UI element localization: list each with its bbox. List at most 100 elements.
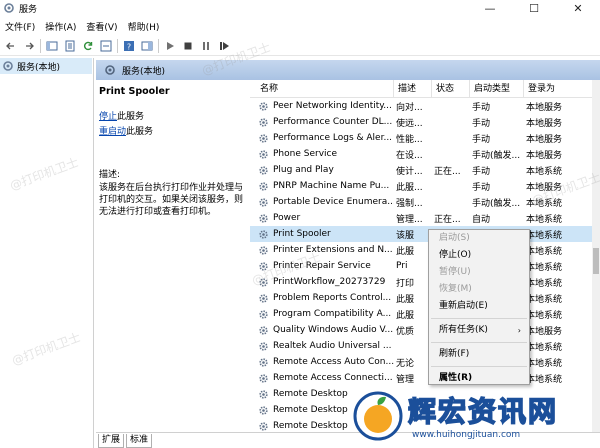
table-row[interactable]: Peer Networking Identity... 向对... 手动 本地服务 <box>250 98 592 114</box>
context-menu-item[interactable]: 停止(O) <box>429 247 529 264</box>
restart-service-link[interactable]: 重启动 <box>99 127 126 137</box>
service-status: 正在... <box>434 166 461 177</box>
selected-service-name: Print Spooler <box>99 86 170 97</box>
gear-icon <box>259 197 268 207</box>
service-name: Remote Desktop <box>273 405 348 415</box>
site-logo: 辉宏资讯网 www.huihongjituan.com <box>352 382 600 448</box>
table-row-selected[interactable]: Print Spooler 该服 本地系统 <box>250 226 592 242</box>
service-name: Quality Windows Audio V... <box>273 325 394 335</box>
service-log-on-as: 本地系统 <box>526 342 563 353</box>
table-row[interactable]: PrintWorkflow_20273729 打印 本地系统 <box>250 274 592 290</box>
menu-help[interactable]: 帮助(H) <box>123 20 165 33</box>
tab-extended[interactable]: 扩展 <box>98 434 125 448</box>
service-name: Phone Service <box>273 149 338 159</box>
service-name: Printer Repair Service <box>273 261 371 271</box>
service-name-cell: Realtek Audio Universal ... <box>250 341 394 352</box>
console-tree-icon[interactable] <box>45 39 59 53</box>
gear-icon <box>259 261 268 271</box>
table-row[interactable]: PNRP Machine Name Pu... 此服... 手动 本地服务 <box>250 178 592 194</box>
table-row[interactable]: Printer Extensions and N... 此服 本地系统 <box>250 242 592 258</box>
restart-service-icon[interactable] <box>217 39 231 53</box>
service-name-cell: Performance Counter DL... <box>250 117 394 128</box>
start-service-icon[interactable] <box>163 39 177 53</box>
table-row[interactable]: Performance Logs & Aler... 性能... 手动 本地服务 <box>250 130 592 146</box>
table-row[interactable]: Portable Device Enumera... 强制... 手动(触发... 本… <box>250 194 592 210</box>
services-app-icon <box>4 3 14 13</box>
table-row[interactable]: Realtek Audio Universal ... 本地系统 <box>250 338 592 354</box>
context-menu-item[interactable]: 刷新(F) <box>429 346 529 363</box>
service-description: 无论 <box>396 358 415 369</box>
menu-view[interactable]: 查看(V) <box>81 20 122 33</box>
service-description: 性能... <box>396 134 423 145</box>
context-menu-item[interactable]: 所有任务(K) › <box>429 322 529 339</box>
restart-service-row: 重启动此服务 <box>99 124 247 137</box>
stop-service-icon[interactable] <box>181 39 195 53</box>
service-description: 强制... <box>396 198 423 209</box>
context-menu-item[interactable]: 重新启动(E) <box>429 298 529 315</box>
table-row[interactable]: Problem Reports Control... 此服 本地系统 <box>250 290 592 306</box>
column-header-status[interactable]: 状态 <box>432 80 470 98</box>
help-icon[interactable]: ? <box>122 39 136 53</box>
gear-icon <box>259 133 268 143</box>
column-header-startup-type[interactable]: 启动类型 <box>470 80 524 98</box>
properties-sheet-icon[interactable] <box>63 39 77 53</box>
close-button[interactable]: ✕ <box>556 0 600 16</box>
service-name-cell: Problem Reports Control... <box>250 293 394 304</box>
service-name: Portable Device Enumera... <box>273 197 394 207</box>
menu-separator <box>431 342 527 343</box>
menu-file[interactable]: 文件(F) <box>0 20 40 33</box>
maximize-button[interactable]: ☐ <box>512 0 556 16</box>
gear-icon <box>259 293 268 303</box>
header-title: 服务(本地) <box>122 66 166 77</box>
service-name: Plug and Play <box>273 165 334 175</box>
service-startup-type: 手动 <box>472 118 491 129</box>
tree-item-services-local[interactable]: 服务(本地) <box>0 58 92 74</box>
service-name: Peer Networking Identity... <box>273 101 392 111</box>
service-startup-type: 手动(触发... <box>472 150 521 161</box>
refresh-icon[interactable] <box>81 39 95 53</box>
table-row[interactable]: Power 管理... 正在... 自动 本地系统 <box>250 210 592 226</box>
console-tree: 服务(本地) <box>0 58 94 448</box>
service-name-cell: Plug and Play <box>250 165 394 176</box>
svg-text:?: ? <box>127 42 131 51</box>
table-row[interactable]: Phone Service 在设... 手动(触发... 本地服务 <box>250 146 592 162</box>
export-list-icon[interactable] <box>99 39 113 53</box>
table-row[interactable]: Quality Windows Audio V... 优质 本地服务 <box>250 322 592 338</box>
stop-service-link[interactable]: 停止 <box>99 112 117 122</box>
service-log-on-as: 本地系统 <box>526 278 563 289</box>
service-name: PNRP Machine Name Pu... <box>273 181 390 191</box>
toolbar-divider <box>117 38 118 53</box>
table-row[interactable]: Performance Counter DL... 使远... 手动 本地服务 <box>250 114 592 130</box>
table-row[interactable]: Remote Access Auto Con... 无论 本地系统 <box>250 354 592 370</box>
menu-action[interactable]: 操作(A) <box>40 20 81 33</box>
service-name: Printer Extensions and N... <box>273 245 393 255</box>
gear-icon <box>259 213 268 223</box>
service-name-cell: Printer Repair Service <box>250 261 394 272</box>
service-startup-type: 自动 <box>472 214 491 225</box>
back-arrow-icon[interactable] <box>4 39 18 53</box>
service-startup-type: 手动 <box>472 134 491 145</box>
context-menu-item-label: 暂停(U) <box>439 267 471 277</box>
table-row[interactable]: Printer Repair Service Pri 本地系统 <box>250 258 592 274</box>
minimize-button[interactable]: — <box>468 0 512 16</box>
tab-standard[interactable]: 标准 <box>126 434 153 448</box>
logo-title: 辉宏资讯网 <box>407 394 559 429</box>
table-row[interactable]: Program Compatibility A... 此服 本地系统 <box>250 306 592 322</box>
service-name-cell: PNRP Machine Name Pu... <box>250 181 394 192</box>
service-name: Remote Access Auto Con... <box>273 357 394 367</box>
services-icon <box>105 65 115 75</box>
tree-item-label: 服务(本地) <box>17 62 61 73</box>
column-header-description[interactable]: 描述 <box>394 80 432 98</box>
service-name: Performance Counter DL... <box>273 117 393 127</box>
column-header-log-on-as[interactable]: 登录为 <box>524 80 592 98</box>
scrollbar-thumb[interactable] <box>593 248 599 274</box>
toolbar-divider <box>40 38 41 53</box>
pause-service-icon[interactable] <box>199 39 213 53</box>
show-hide-icon[interactable] <box>140 39 154 53</box>
service-description: 该服 <box>396 230 415 241</box>
table-row[interactable]: Plug and Play 使计... 正在... 手动 本地系统 <box>250 162 592 178</box>
column-header-name[interactable]: 名称 <box>250 80 394 98</box>
vertical-scrollbar[interactable] <box>592 80 600 432</box>
context-menu-item-label: 重新启动(E) <box>439 301 488 311</box>
forward-arrow-icon[interactable] <box>22 39 36 53</box>
